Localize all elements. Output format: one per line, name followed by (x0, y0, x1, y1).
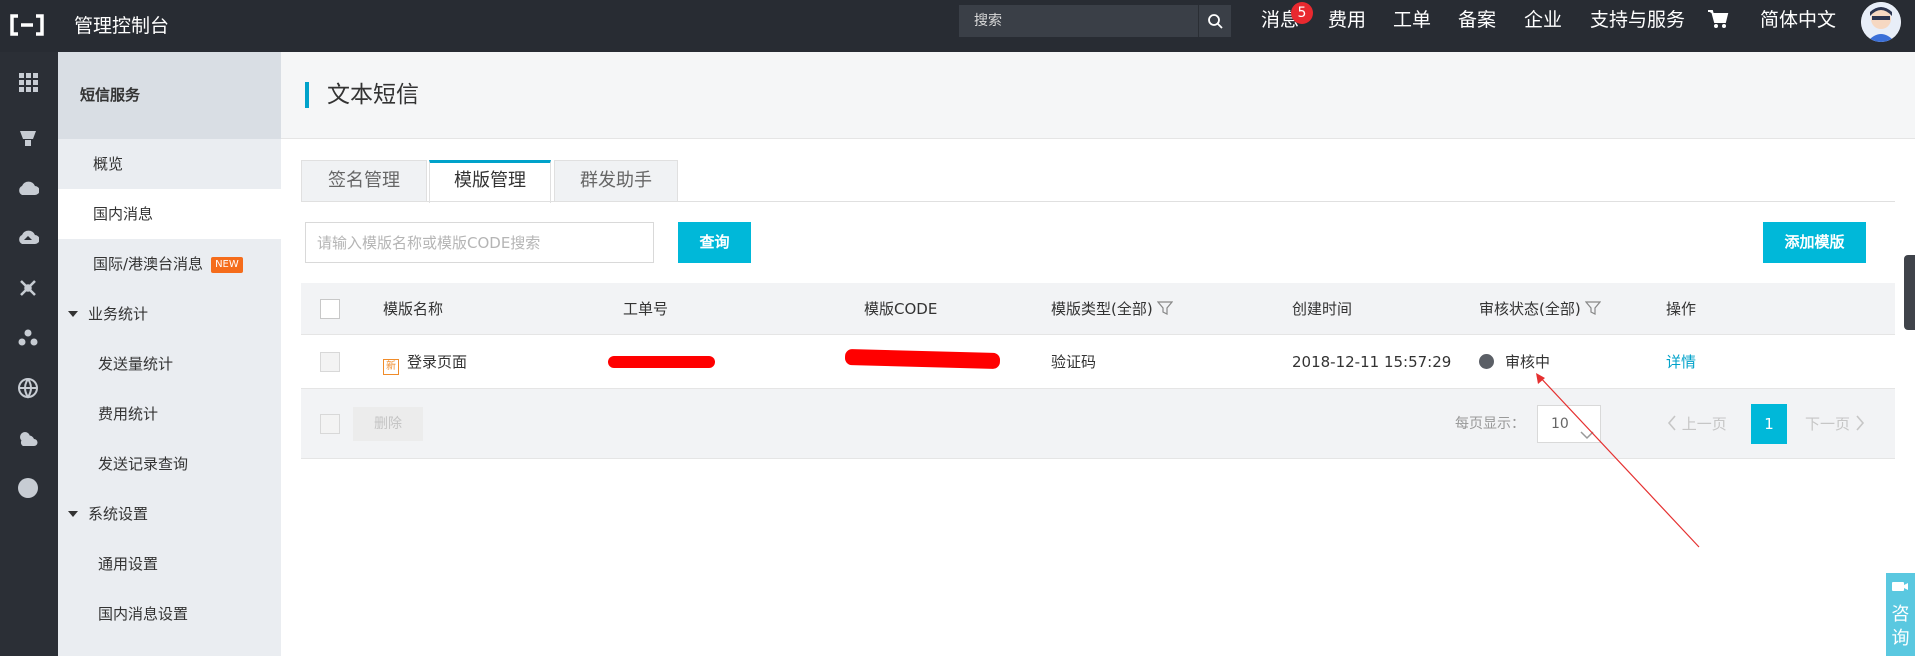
sidebar-item-domestic-settings[interactable]: 国内消息设置 (58, 589, 281, 639)
delete-button[interactable]: 删除 (353, 407, 423, 441)
circle-icon[interactable] (16, 476, 40, 500)
sidebar-item-label: 发送记录查询 (98, 455, 189, 473)
aliyun-logo-icon[interactable] (10, 8, 44, 42)
weather-icon[interactable] (16, 426, 40, 450)
sidebar-item-label: 国内消息 (93, 205, 154, 223)
search-icon[interactable] (1198, 5, 1231, 37)
sidebar-group-settings[interactable]: 系统设置 (58, 489, 281, 539)
page-title: 文本短信 (327, 82, 419, 108)
add-template-button[interactable]: 添加模版 (1763, 222, 1866, 263)
messages-count-badge: 5 (1291, 2, 1313, 24)
top-bar: 管理控制台 消息 5 费用 工单 备案 企业 支持与服务 简体中文 (0, 0, 1915, 52)
side-tools-handle[interactable] (1904, 255, 1915, 330)
sms-sidebar: 短信服务 概览 国内消息 国际/港澳台消息 NEW 业务统计 发送量统计 费用统计… (58, 52, 281, 656)
sidebar-item-label: 通用设置 (98, 555, 159, 573)
sidebar-item-cost-stats[interactable]: 费用统计 (58, 389, 281, 439)
chevron-right-icon (1855, 415, 1865, 433)
col-template-type-label: 模版类型(全部) (1051, 300, 1153, 318)
page-header: 文本短信 (281, 52, 1915, 139)
col-actions: 操作 (1666, 300, 1697, 318)
nav-language[interactable]: 简体中文 (1760, 0, 1836, 52)
sidebar-item-domestic[interactable]: 国内消息 (58, 189, 281, 239)
user-avatar[interactable] (1861, 2, 1901, 42)
cloud-upload-icon[interactable] (16, 226, 40, 250)
col-template-code: 模版CODE (864, 300, 938, 318)
next-page-button[interactable]: 下一页 (1805, 405, 1865, 443)
consult-label: 咨询 (1891, 604, 1910, 649)
filter-icon[interactable] (1156, 285, 1173, 337)
template-name-cell: 新登录页面 (383, 335, 467, 389)
new-badge: NEW (211, 257, 243, 273)
template-table-header: 模版名称 工单号 模版CODE 模版类型(全部) 创建时间 审核状态(全部) 操… (301, 283, 1895, 335)
chat-icon (1891, 579, 1909, 600)
global-search (959, 5, 1231, 37)
sidebar-item-general-settings[interactable]: 通用设置 (58, 539, 281, 589)
col-review-status[interactable]: 审核状态(全部) (1479, 283, 1601, 337)
row-checkbox[interactable] (320, 352, 340, 372)
tab-template-management[interactable]: 模版管理 (429, 160, 551, 203)
col-template-name: 模版名称 (383, 300, 444, 318)
nav-icp[interactable]: 备案 (1458, 0, 1496, 52)
sidebar-item-label: 国内消息设置 (98, 605, 189, 623)
cloud-icon[interactable] (16, 176, 40, 200)
footer-select-all-checkbox[interactable] (320, 414, 340, 434)
server-icon[interactable] (16, 126, 40, 150)
caret-down-icon (68, 511, 78, 517)
sidebar-item-label: 发送量统计 (98, 355, 174, 373)
title-accent-bar (305, 82, 309, 108)
sidebar-item-label: 系统设置 (88, 505, 149, 523)
tab-bulk-send-assistant[interactable]: 群发助手 (554, 160, 678, 202)
template-search-input[interactable] (305, 222, 654, 263)
tab-signature-management[interactable]: 签名管理 (301, 160, 427, 202)
template-type: 验证码 (1051, 353, 1097, 371)
col-review-status-label: 审核状态(全部) (1479, 300, 1581, 318)
caret-down-icon (68, 311, 78, 317)
network-icon[interactable] (16, 276, 40, 300)
status-dot-icon (1479, 354, 1494, 369)
console-title[interactable]: 管理控制台 (74, 0, 169, 52)
product-icon-rail (0, 52, 58, 656)
nav-enterprise[interactable]: 企业 (1524, 0, 1562, 52)
next-page-label: 下一页 (1805, 415, 1851, 433)
select-all-checkbox[interactable] (320, 299, 340, 319)
grid-icon[interactable] (16, 70, 40, 94)
sidebar-header: 短信服务 (58, 52, 281, 139)
sidebar-item-label: 费用统计 (98, 405, 159, 423)
sidebar-item-send-volume[interactable]: 发送量统计 (58, 339, 281, 389)
sidebar-item-label: 概览 (93, 155, 124, 173)
sidebar-item-overview[interactable]: 概览 (58, 139, 281, 189)
sidebar-item-label: 业务统计 (88, 305, 149, 323)
col-template-type[interactable]: 模版类型(全部) (1051, 283, 1173, 337)
tab-divider (301, 201, 1895, 202)
cart-icon[interactable] (1707, 9, 1729, 33)
globe-icon[interactable] (16, 376, 40, 400)
query-button[interactable]: 查询 (678, 222, 751, 263)
redacted-ticket-number (608, 356, 715, 368)
consult-button[interactable]: 咨询 (1886, 573, 1915, 656)
nav-tickets[interactable]: 工单 (1393, 0, 1431, 52)
sidebar-item-international[interactable]: 国际/港澳台消息 NEW (58, 239, 281, 289)
nav-support[interactable]: 支持与服务 (1590, 0, 1685, 52)
nav-billing[interactable]: 费用 (1328, 0, 1366, 52)
annotation-arrow (1536, 373, 1700, 548)
sidebar-item-label: 国际/港澳台消息 (93, 255, 204, 273)
created-time: 2018-12-11 15:57:29 (1292, 353, 1452, 371)
global-search-input[interactable] (959, 5, 1198, 37)
template-name: 登录页面 (407, 353, 468, 371)
page-number-current[interactable]: 1 (1751, 404, 1787, 444)
filter-icon[interactable] (1584, 285, 1601, 337)
redacted-template-code (844, 348, 1001, 370)
sidebar-item-send-records[interactable]: 发送记录查询 (58, 439, 281, 489)
template-type-icon: 新 (383, 359, 399, 375)
cluster-icon[interactable] (16, 326, 40, 350)
sidebar-group-statistics[interactable]: 业务统计 (58, 289, 281, 339)
col-ticket-number: 工单号 (623, 300, 669, 318)
col-created-time: 创建时间 (1292, 300, 1353, 318)
